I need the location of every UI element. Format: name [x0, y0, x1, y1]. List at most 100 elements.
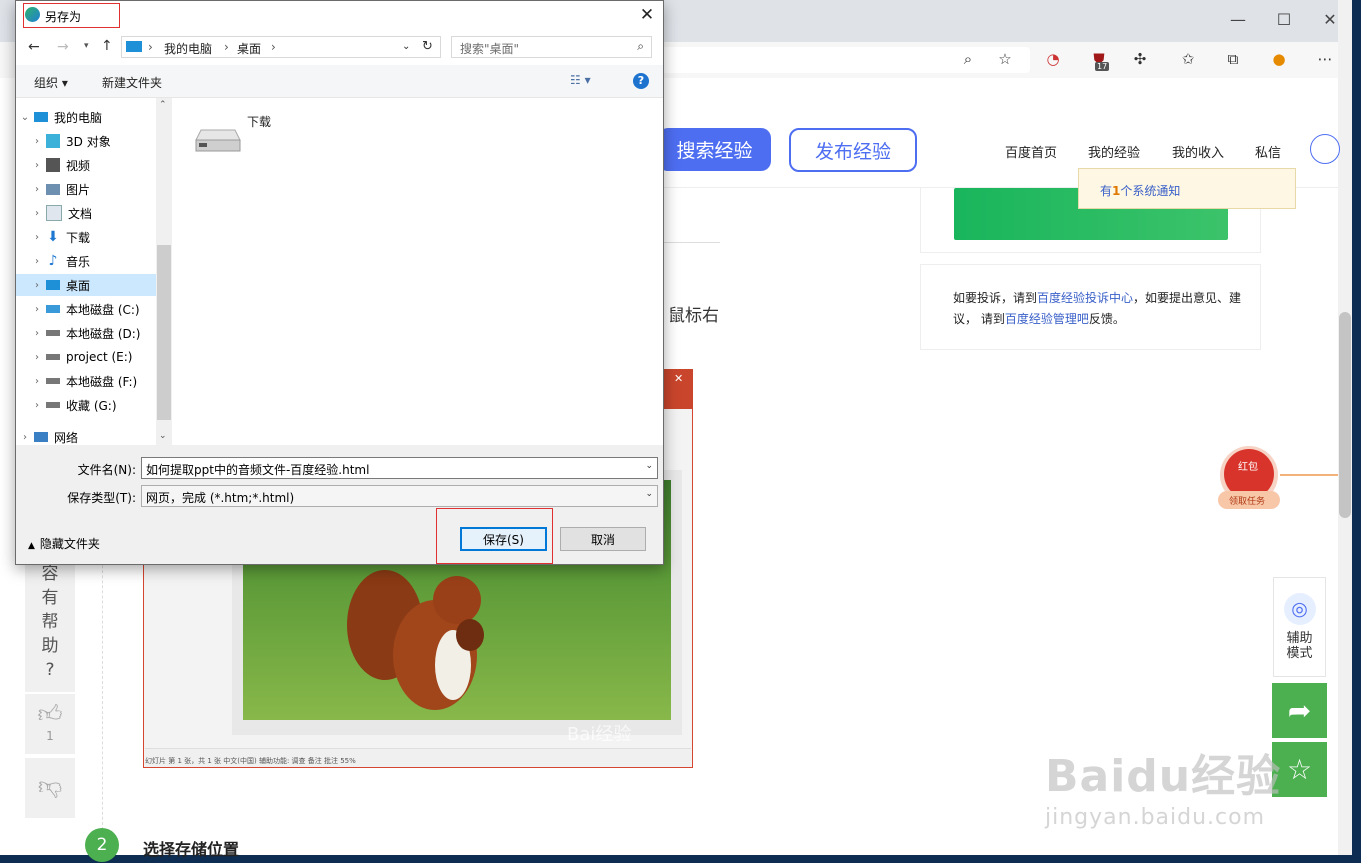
folder-search-input[interactable]: 搜索"桌面" ⌕ — [451, 36, 652, 58]
tree-item-music[interactable]: › ♪ 音乐 — [16, 250, 168, 272]
tree-item-drive-f[interactable]: › 本地磁盘 (F:) — [16, 370, 168, 392]
file-item-download[interactable]: 下载 — [193, 110, 283, 160]
path-separator-icon: › — [271, 40, 276, 54]
chevron-right-icon[interactable]: › — [28, 376, 46, 387]
share-button[interactable]: ➦ — [1272, 683, 1327, 738]
tree-item-drive-d[interactable]: › 本地磁盘 (D:) — [16, 322, 168, 344]
view-options-icon[interactable]: ☷ ▾ — [570, 73, 591, 87]
dislike-button[interactable]: 👎︎ — [25, 758, 75, 818]
tree-label: 本地磁盘 (D:) — [66, 326, 141, 341]
path-dropdown-icon[interactable]: ⌄ — [402, 41, 410, 52]
nav-my-experience[interactable]: 我的经验 — [1088, 142, 1140, 161]
hide-folders-toggle[interactable]: ▲ 隐藏文件夹 — [28, 535, 100, 552]
minimize-icon[interactable]: — — [1228, 10, 1248, 29]
helpful-char: 有 — [41, 588, 59, 608]
complaint-text: 如要投诉，请到百度经验投诉中心，如要提出意见、建议， 请到百度经验管理吧反馈。 — [953, 288, 1243, 330]
favorites-icon[interactable]: ✩ — [1177, 50, 1199, 68]
zoom-icon[interactable]: ⌕ — [957, 50, 979, 68]
chevron-right-icon[interactable]: › — [28, 328, 46, 339]
profile-avatar[interactable]: ● — [1268, 50, 1290, 68]
chevron-right-icon[interactable]: › — [28, 232, 46, 243]
tree-item-drive-g[interactable]: › 收藏 (G:) — [16, 394, 168, 416]
chevron-right-icon[interactable]: › — [28, 256, 46, 267]
help-icon[interactable]: ? — [633, 73, 649, 89]
new-folder-button[interactable]: 新建文件夹 — [102, 74, 162, 91]
chevron-right-icon[interactable]: › — [28, 184, 46, 195]
chevron-down-icon[interactable]: ⌄ — [645, 461, 653, 471]
nav-my-income[interactable]: 我的收入 — [1172, 142, 1224, 161]
chevron-right-icon[interactable]: › — [28, 400, 46, 411]
scroll-up-icon[interactable]: ⌃ — [159, 100, 167, 110]
chevron-right-icon[interactable]: › — [28, 304, 46, 315]
collections-icon[interactable]: ⧉ — [1222, 50, 1244, 68]
forward-icon[interactable]: → — [57, 39, 69, 55]
save-button[interactable]: 保存(S) — [460, 527, 547, 551]
filetype-value: 网页，完成 (*.htm;*.html) — [146, 491, 295, 505]
helpful-char: ? — [45, 660, 55, 680]
filename-input[interactable]: 如何提取ppt中的音频文件-百度经验.html ⌄ — [141, 457, 658, 479]
tree-item-my-computer[interactable]: ⌄ 我的电脑 — [16, 106, 156, 128]
complaint-center-link[interactable]: 百度经验投诉中心 — [1037, 291, 1133, 305]
tree-scroll-thumb[interactable] — [157, 245, 171, 420]
notification-popup[interactable]: 有1个系统通知 — [1078, 168, 1296, 209]
path-root[interactable]: 我的电脑 — [164, 40, 212, 57]
refresh-icon[interactable]: ↻ — [422, 39, 433, 54]
chevron-right-icon[interactable]: › — [28, 136, 46, 147]
content-divider — [660, 242, 720, 243]
more-menu-icon[interactable]: ⋯ — [1314, 50, 1336, 68]
tree-item-drive-e[interactable]: › project (E:) — [16, 346, 168, 368]
squirrel-image — [347, 570, 484, 710]
user-avatar[interactable] — [1310, 134, 1340, 164]
cube-icon — [46, 134, 60, 148]
chevron-up-icon: ▲ — [28, 541, 35, 551]
maximize-icon[interactable]: ☐ — [1274, 10, 1294, 29]
search-placeholder: 搜索"桌面" — [460, 42, 520, 56]
up-folder-icon[interactable]: ↑ — [101, 38, 113, 54]
tree-item-desktop[interactable]: › 桌面 — [16, 274, 156, 296]
organize-button[interactable]: 组织 ▾ — [34, 74, 68, 91]
tree-label: project (E:) — [66, 350, 133, 364]
nav-home[interactable]: 百度首页 — [1005, 142, 1057, 161]
cancel-button[interactable]: 取消 — [560, 527, 646, 551]
chevron-right-icon[interactable]: › — [28, 280, 46, 291]
path-separator-icon: › — [224, 40, 229, 54]
chevron-down-icon[interactable]: ⌄ — [645, 489, 653, 499]
nav-messages[interactable]: 私信 — [1255, 142, 1281, 161]
drive-icon — [46, 330, 60, 336]
tree-item-downloads[interactable]: › ⬇ 下载 — [16, 226, 168, 248]
tree-item-drive-c[interactable]: › 本地磁盘 (C:) — [16, 298, 168, 320]
path-breadcrumb[interactable]: › 我的电脑 › 桌面 › ⌄ ↻ — [121, 36, 441, 58]
drive-icon — [46, 402, 60, 408]
tree-item-documents[interactable]: › 文档 — [16, 202, 168, 224]
path-current[interactable]: 桌面 — [237, 40, 261, 57]
extensions-icon[interactable]: ✣ — [1129, 50, 1151, 68]
accessibility-icon: ◎ — [1283, 593, 1316, 625]
dialog-close-button[interactable]: ✕ — [635, 5, 659, 25]
publish-experience-button[interactable]: 发布经验 — [789, 128, 917, 172]
chevron-right-icon[interactable]: › — [16, 432, 34, 443]
page-scroll-thumb[interactable] — [1339, 312, 1351, 518]
recent-locations-icon[interactable]: ▾ — [84, 41, 89, 51]
close-window-icon[interactable]: ✕ — [1320, 10, 1340, 29]
path-separator-icon: › — [148, 40, 153, 54]
back-icon[interactable]: ← — [28, 39, 40, 55]
tree-item-videos[interactable]: › 视频 — [16, 154, 168, 176]
chevron-down-icon[interactable]: ⌄ — [16, 112, 34, 123]
chevron-right-icon[interactable]: › — [28, 160, 46, 171]
like-button[interactable]: 👍︎ 1 — [25, 694, 75, 754]
tree-item-3d-objects[interactable]: › 3D 对象 — [16, 130, 168, 152]
baidu-watermark-url: jingyan.baidu.com — [1045, 805, 1266, 830]
search-experience-button[interactable]: 搜索经验 — [658, 128, 771, 171]
accessibility-mode-button[interactable]: ◎ 辅助模式 — [1273, 577, 1326, 677]
add-favorite-icon[interactable]: ☆ — [994, 50, 1016, 68]
chevron-right-icon[interactable]: › — [28, 208, 46, 219]
extension-icon[interactable]: ◔ — [1042, 50, 1064, 68]
notice-suffix: 个系统通知 — [1120, 184, 1181, 198]
tree-item-pictures[interactable]: › 图片 — [16, 178, 168, 200]
management-bar-link[interactable]: 百度经验管理吧 — [1005, 312, 1089, 326]
notice-prefix: 有 — [1100, 184, 1113, 198]
scroll-down-icon[interactable]: ⌄ — [159, 431, 167, 441]
tree-label: 桌面 — [66, 278, 91, 293]
chevron-right-icon[interactable]: › — [28, 352, 46, 363]
filetype-select[interactable]: 网页，完成 (*.htm;*.html) ⌄ — [141, 485, 658, 507]
